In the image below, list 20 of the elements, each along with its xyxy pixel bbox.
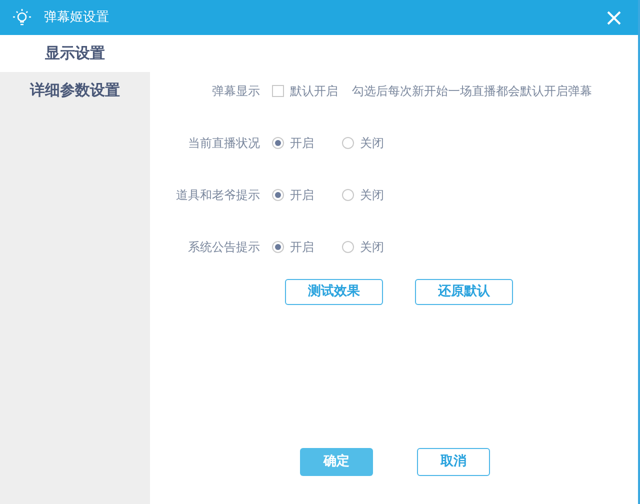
default-on-checkbox[interactable]: 默认开启 <box>272 82 338 100</box>
setting-label: 道具和老爷提示 <box>175 187 260 204</box>
setting-label: 系统公告提示 <box>187 239 260 256</box>
sidebar-item[interactable]: 显示设置 <box>0 35 150 72</box>
close-icon <box>607 10 621 24</box>
cancel-button[interactable]: 取消 <box>417 448 490 476</box>
radio-option[interactable]: 开启 <box>272 134 342 152</box>
confirm-button[interactable]: 确定 <box>300 448 373 476</box>
setting-label: 弹幕显示 <box>211 83 260 100</box>
hint-text: 勾选后每次新开始一场直播都会默认开启弹幕 <box>352 83 592 100</box>
action-button[interactable]: 测试效果 <box>285 279 383 305</box>
window-title: 弹幕姬设置 <box>44 8 109 27</box>
radio-option[interactable]: 开启 <box>272 186 342 204</box>
radio-option[interactable]: 关闭 <box>342 186 412 204</box>
radio-option[interactable]: 关闭 <box>342 238 412 256</box>
setting-label: 当前直播状况 <box>187 135 260 152</box>
action-button[interactable]: 还原默认 <box>415 279 513 305</box>
light-bulb-icon <box>12 8 32 28</box>
radio-option[interactable]: 开启 <box>272 238 342 256</box>
radio-option[interactable]: 关闭 <box>342 134 412 152</box>
